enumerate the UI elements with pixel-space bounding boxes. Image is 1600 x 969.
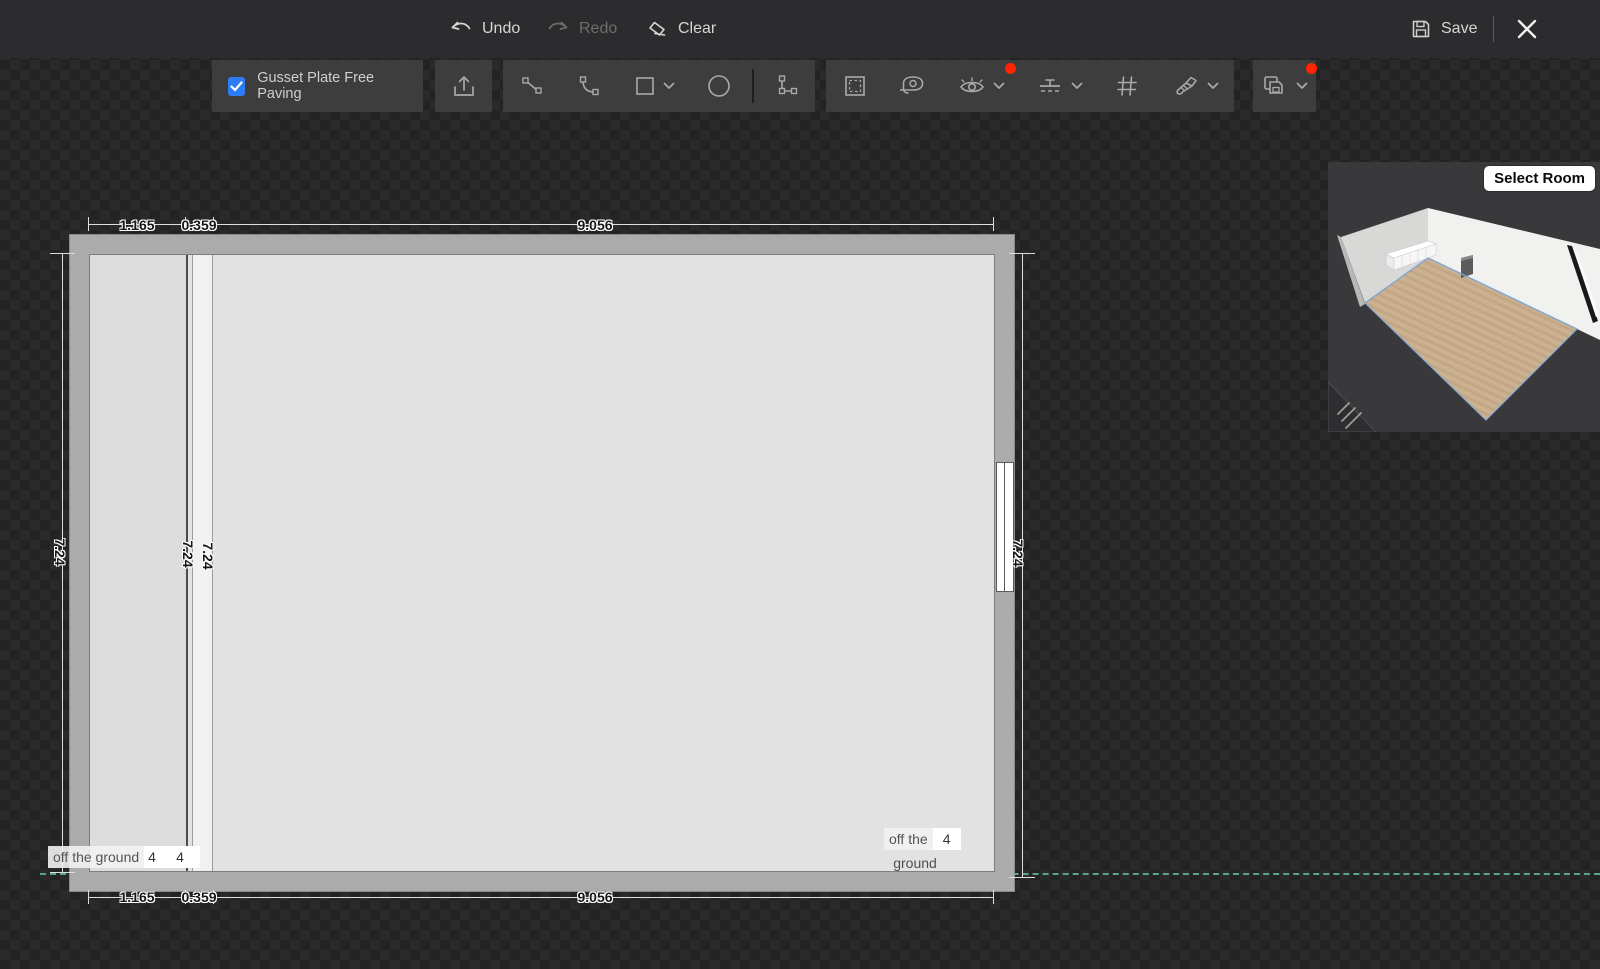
grid-icon <box>1114 73 1140 99</box>
off-ground-right-value[interactable]: 4 <box>933 828 961 850</box>
dim-bottom-1: 1.165 <box>119 889 154 905</box>
off-ground-left-widget: off the ground 4 4 <box>48 846 200 868</box>
polyline-tool-button[interactable] <box>760 60 815 112</box>
export-group <box>435 60 492 112</box>
room-floor-area[interactable] <box>89 254 995 872</box>
upload-button[interactable] <box>435 60 492 112</box>
arc-tool-button[interactable] <box>560 60 617 112</box>
measure-tool-button[interactable] <box>884 60 942 112</box>
eraser-icon <box>645 18 669 40</box>
off-ground-left-label: off the ground <box>48 846 144 868</box>
resize-grip[interactable] <box>1328 382 1376 432</box>
line-tool-button[interactable] <box>503 60 560 112</box>
off-ground-right-widget: off the 4 <box>884 828 961 850</box>
eye-icon <box>958 75 986 97</box>
visibility-tool-button[interactable] <box>942 60 1020 112</box>
redo-button[interactable]: Redo <box>546 0 617 58</box>
polyline-tool-icon <box>774 73 800 99</box>
dim-bottom-3: 9.056 <box>577 889 612 905</box>
top-bar: Undo Redo Clear Save <box>0 0 1600 58</box>
dim-partition-left: 7.24 <box>180 540 196 567</box>
undo-label: Undo <box>482 20 520 38</box>
paving-checkbox[interactable] <box>228 77 245 96</box>
dimension-tick <box>50 253 75 254</box>
dimension-tick <box>88 217 89 231</box>
off-ground-right-label-2: ground <box>884 855 946 871</box>
circle-tool-icon <box>706 73 732 99</box>
off-ground-left-value2[interactable]: 4 <box>172 846 200 868</box>
dimension-line-bottom <box>89 897 994 898</box>
floorplan-editor: { "topbar": { "undo_label": "Undo", "red… <box>0 0 1600 969</box>
notification-dot <box>1005 63 1016 74</box>
level-icon <box>1036 74 1064 98</box>
off-ground-right-label: off the <box>884 828 933 850</box>
rectangle-tool-button[interactable] <box>617 60 692 112</box>
marquee-select-icon <box>842 73 868 99</box>
level-tool-button[interactable] <box>1020 60 1098 112</box>
dim-right: 7.24 <box>1010 539 1026 566</box>
paint-brush-icon <box>1172 73 1200 99</box>
notification-dot <box>1306 63 1317 74</box>
undo-icon <box>449 18 473 40</box>
dim-top-2: 0.359 <box>181 217 216 233</box>
chevron-down-icon[interactable] <box>993 82 1005 90</box>
dim-top-3: 9.056 <box>577 217 612 233</box>
save-label: Save <box>1441 20 1477 38</box>
room-3d-scene <box>1328 162 1600 432</box>
paint-tool-button[interactable] <box>1156 60 1234 112</box>
topbar-divider <box>1493 16 1494 42</box>
undo-button[interactable]: Undo <box>449 0 520 58</box>
clear-label: Clear <box>678 20 716 38</box>
dimension-line-top <box>89 224 994 225</box>
redo-label: Redo <box>579 20 617 38</box>
line-tool-icon <box>520 74 544 98</box>
close-button[interactable] <box>1514 0 1540 58</box>
room-left-section[interactable] <box>90 255 186 871</box>
toolbar-separator <box>752 69 754 103</box>
chevron-down-icon[interactable] <box>1296 82 1308 90</box>
copy-save-icon <box>1261 73 1289 99</box>
marquee-select-button[interactable] <box>826 60 884 112</box>
dimension-tick <box>88 890 89 904</box>
room-3d-preview[interactable]: Select Room <box>1328 162 1600 432</box>
measure-tape-icon <box>900 73 926 99</box>
close-icon <box>1514 16 1540 42</box>
paving-checkbox-label: Gusset Plate Free Paving <box>257 70 423 102</box>
dimension-tick <box>50 872 75 873</box>
dim-left: 7.24 <box>52 538 68 565</box>
off-ground-left-value1[interactable]: 4 <box>144 846 172 868</box>
dim-bottom-2: 0.359 <box>181 889 216 905</box>
grid-toggle-button[interactable] <box>1098 60 1156 112</box>
rectangle-tool-icon <box>634 75 656 97</box>
draw-tools-group <box>503 60 815 112</box>
window-right-wall[interactable] <box>996 462 1014 592</box>
paving-toggle-group[interactable]: Gusset Plate Free Paving <box>212 60 423 112</box>
dimension-tick <box>1009 253 1035 254</box>
dimension-tick <box>993 890 994 904</box>
check-icon <box>230 81 243 92</box>
chevron-down-icon[interactable] <box>663 82 675 90</box>
arc-tool-icon <box>577 74 601 98</box>
circle-tool-button[interactable] <box>692 60 745 112</box>
clear-button[interactable]: Clear <box>645 0 716 58</box>
dim-top-1: 1.165 <box>119 217 154 233</box>
chevron-down-icon[interactable] <box>1207 82 1219 90</box>
duplicate-save-button[interactable] <box>1253 60 1316 112</box>
save-button[interactable]: Save <box>1410 0 1477 58</box>
dim-partition-right: 7.24 <box>200 542 216 569</box>
save-icon <box>1410 18 1432 40</box>
view-tools-group <box>826 60 1234 112</box>
upload-icon <box>451 73 477 99</box>
select-room-button[interactable]: Select Room <box>1483 165 1596 192</box>
window-mullion <box>1004 463 1005 591</box>
dimension-tick <box>993 217 994 231</box>
chevron-down-icon[interactable] <box>1071 82 1083 90</box>
dimension-tick <box>1009 877 1035 878</box>
duplicate-save-group <box>1253 60 1316 112</box>
redo-icon <box>546 18 570 40</box>
